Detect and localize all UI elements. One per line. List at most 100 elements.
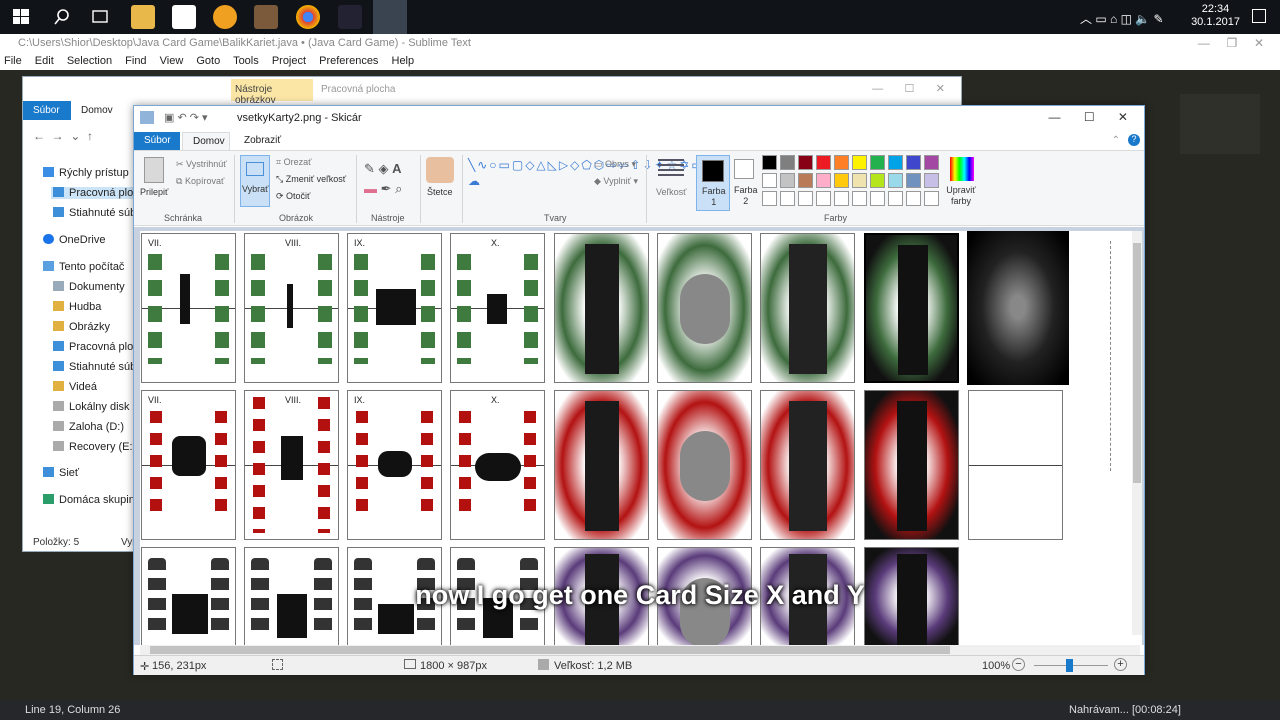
- menu-goto[interactable]: Goto: [196, 55, 220, 67]
- brush-icon[interactable]: [426, 157, 454, 183]
- nav-desktop[interactable]: Pracovná ploch: [51, 187, 145, 199]
- chrome-icon[interactable]: [296, 5, 320, 29]
- tray-icons[interactable]: ︿ ▭ ⌂ ◫ 🔈 ✎: [1080, 10, 1164, 27]
- explorer-window-controls[interactable]: — ☐ ✕: [872, 82, 945, 95]
- nav-zaloha[interactable]: Zaloha (D:): [53, 421, 124, 433]
- brushes-button[interactable]: Štetce: [427, 187, 453, 197]
- fill-button[interactable]: ◆ Vyplniť ▾: [594, 176, 638, 187]
- palette-swatch[interactable]: [906, 173, 921, 188]
- palette-swatch[interactable]: [798, 155, 813, 170]
- explorer-home-tab[interactable]: Domov: [81, 105, 113, 116]
- zoom-in-button[interactable]: +: [1114, 658, 1127, 671]
- palette-swatch[interactable]: [870, 155, 885, 170]
- paste-icon[interactable]: [144, 157, 164, 183]
- nav-videos[interactable]: Videá: [53, 381, 97, 393]
- ribbon-collapse-icon[interactable]: ⌃: [1112, 135, 1120, 146]
- palette-swatch[interactable]: [816, 155, 831, 170]
- cut-button[interactable]: ✂ Vystrihnúť: [176, 159, 227, 170]
- palette-swatch[interactable]: [762, 155, 777, 170]
- palette-swatch[interactable]: [888, 155, 903, 170]
- palette-swatch[interactable]: [834, 173, 849, 188]
- clock[interactable]: 22:34 30.1.2017: [1191, 3, 1240, 29]
- menu-edit[interactable]: Edit: [35, 55, 54, 67]
- notification-icon[interactable]: [1252, 9, 1266, 23]
- palette-swatch-empty[interactable]: [906, 191, 921, 206]
- sublime-window-controls[interactable]: — ❐ ✕: [1198, 36, 1264, 50]
- menu-help[interactable]: Help: [392, 55, 415, 67]
- nav-documents[interactable]: Dokumenty: [53, 281, 125, 293]
- select-button[interactable]: Vybrať: [240, 155, 270, 207]
- nav-desktop-2[interactable]: Pracovná ploch: [53, 341, 145, 353]
- palette-swatch-empty[interactable]: [762, 191, 777, 206]
- tab-file[interactable]: Súbor: [134, 132, 180, 150]
- minimap[interactable]: [1180, 94, 1260, 154]
- palette-swatch[interactable]: [780, 155, 795, 170]
- nav-recovery[interactable]: Recovery (E:): [53, 441, 136, 453]
- palette-swatch[interactable]: [870, 173, 885, 188]
- palette-swatch-empty[interactable]: [816, 191, 831, 206]
- palette-swatch[interactable]: [888, 173, 903, 188]
- size-icon[interactable]: [658, 159, 684, 179]
- paste-button[interactable]: Prilepiť: [140, 187, 168, 197]
- help-icon[interactable]: ?: [1128, 134, 1140, 146]
- paint-taskbar-icon[interactable]: [373, 0, 407, 34]
- vertical-scrollbar[interactable]: [1132, 231, 1142, 635]
- vlc-icon[interactable]: [213, 5, 237, 29]
- menu-find[interactable]: Find: [125, 55, 146, 67]
- explorer-nav-buttons[interactable]: ← → ⌄ ↑: [33, 129, 93, 143]
- zoom-out-button[interactable]: −: [1012, 658, 1025, 671]
- start-icon[interactable]: [10, 5, 34, 29]
- color2-swatch[interactable]: [734, 159, 754, 179]
- horizontal-scrollbar[interactable]: [140, 645, 1140, 655]
- size-button[interactable]: Veľkosť: [656, 187, 687, 197]
- nav-quick-access[interactable]: Rýchly prístup: [43, 167, 129, 179]
- zoom-slider-thumb[interactable]: [1066, 659, 1073, 672]
- palette-swatch-empty[interactable]: [780, 191, 795, 206]
- explorer-file-tab[interactable]: Súbor: [23, 101, 71, 120]
- palette-swatch-empty[interactable]: [924, 191, 939, 206]
- palette-swatch[interactable]: [852, 173, 867, 188]
- tab-view[interactable]: Zobraziť: [244, 135, 281, 146]
- tab-home[interactable]: Domov: [182, 132, 230, 150]
- app-icon[interactable]: [254, 5, 278, 29]
- palette-swatch[interactable]: [816, 173, 831, 188]
- tools-grid[interactable]: ✎ ◈ A ▬ ✒ ⌕: [364, 159, 402, 199]
- palette-swatch-empty[interactable]: [888, 191, 903, 206]
- color-palette[interactable]: [762, 155, 952, 215]
- menu-tools[interactable]: Tools: [233, 55, 259, 67]
- search-icon[interactable]: [50, 5, 74, 29]
- palette-swatch[interactable]: [906, 155, 921, 170]
- palette-swatch-empty[interactable]: [834, 191, 849, 206]
- menu-view[interactable]: View: [160, 55, 184, 67]
- app-icon-2[interactable]: [338, 5, 362, 29]
- resize-button[interactable]: ⤡ Zmeniť veľkosť: [276, 174, 346, 185]
- nav-pictures[interactable]: Obrázky: [53, 321, 110, 333]
- palette-swatch-empty[interactable]: [798, 191, 813, 206]
- menu-file[interactable]: File: [4, 55, 22, 67]
- nav-music[interactable]: Hudba: [53, 301, 101, 313]
- nav-homegroup[interactable]: Domáca skupina: [43, 494, 141, 506]
- palette-swatch[interactable]: [924, 155, 939, 170]
- paint-window-controls[interactable]: — ☐ ✕: [1049, 110, 1129, 124]
- nav-onedrive[interactable]: OneDrive: [43, 234, 105, 246]
- copy-button[interactable]: ⧉ Kopírovať: [176, 176, 224, 187]
- quick-access-toolbar[interactable]: ▣ ↶ ↷ ▾: [164, 111, 208, 124]
- palette-swatch[interactable]: [834, 155, 849, 170]
- palette-swatch-empty[interactable]: [870, 191, 885, 206]
- palette-swatch[interactable]: [924, 173, 939, 188]
- crop-button[interactable]: ⌗ Orezať: [276, 157, 311, 168]
- rotate-button[interactable]: ⟳ Otočiť: [276, 191, 310, 202]
- palette-swatch-empty[interactable]: [852, 191, 867, 206]
- edit-colors-button[interactable]: Upraviť farby: [946, 185, 976, 207]
- palette-swatch[interactable]: [852, 155, 867, 170]
- shapes-gallery[interactable]: ╲∿○▭▢◇△◺▷◇⬠⬡⇨⇦⇧⇩✦☆✡▭○♡☁: [468, 157, 725, 207]
- file-explorer-icon[interactable]: [131, 5, 155, 29]
- nav-network[interactable]: Sieť: [43, 467, 79, 479]
- context-tab[interactable]: Nástroje obrázkov: [231, 79, 313, 106]
- menu-preferences[interactable]: Preferences: [319, 55, 378, 67]
- palette-swatch[interactable]: [798, 173, 813, 188]
- color1-button[interactable]: Farba 1: [696, 155, 730, 211]
- nav-this-pc[interactable]: Tento počítač: [43, 261, 124, 273]
- edit-colors-icon[interactable]: [950, 157, 974, 181]
- outline-button[interactable]: ▭ Obrys ▾: [594, 159, 636, 170]
